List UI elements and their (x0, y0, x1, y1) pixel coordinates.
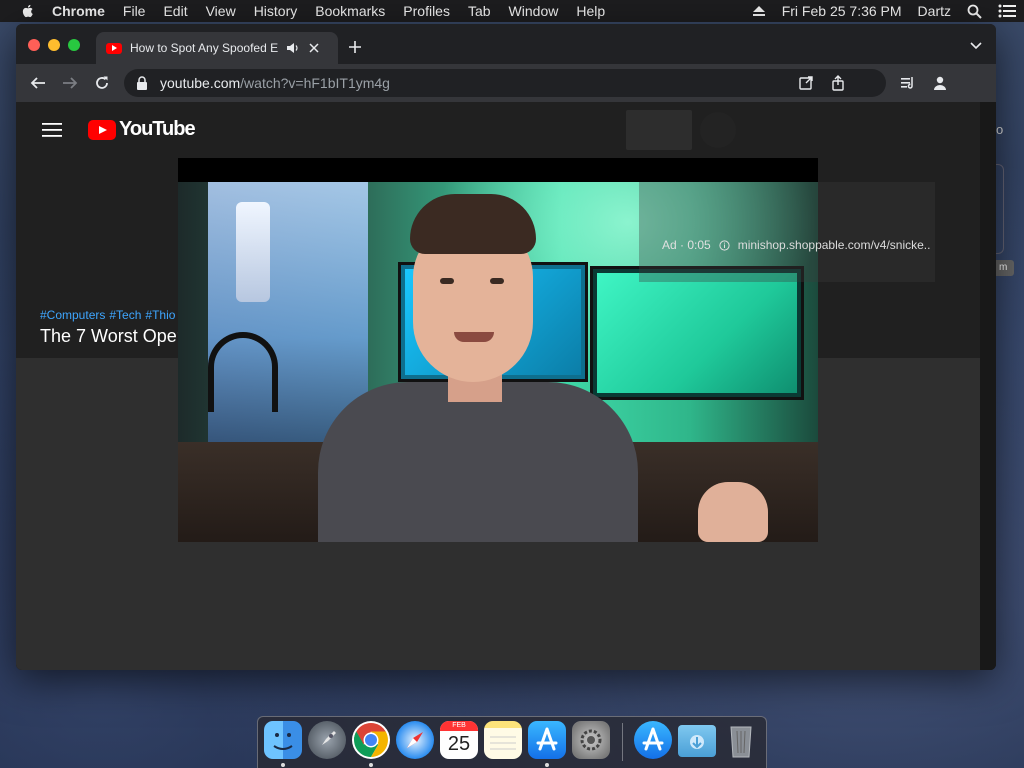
url-host: youtube.com (160, 75, 241, 91)
profile-avatar-icon[interactable] (932, 75, 948, 91)
video-scene-eye (490, 278, 504, 284)
running-indicator (369, 763, 373, 767)
video-title: The 7 Worst Oper (40, 326, 183, 346)
downloads-folder-icon[interactable] (678, 725, 716, 757)
lock-icon[interactable] (136, 76, 148, 90)
minimize-window-button[interactable] (48, 39, 60, 51)
calendar-day: 25 (447, 733, 471, 755)
dock: FEB 25 (257, 716, 767, 768)
video-scene-person-hair (410, 194, 536, 254)
youtube-favicon-icon (106, 42, 122, 54)
youtube-header: YouTube (16, 102, 980, 158)
video-scene-eye (440, 278, 454, 284)
hashtags: #Computers #Tech #Thio (40, 308, 179, 322)
menu-bookmarks[interactable]: Bookmarks (315, 3, 385, 19)
calendar-icon[interactable]: FEB 25 (440, 721, 478, 759)
trash-icon[interactable] (722, 721, 760, 759)
menu-help[interactable]: Help (576, 3, 605, 19)
menu-app-name[interactable]: Chrome (52, 3, 105, 19)
hashtag-link[interactable]: #Thio (145, 308, 175, 322)
background-window-edge (996, 164, 1004, 254)
running-indicator (545, 763, 549, 767)
speaker-audio-icon[interactable] (286, 41, 300, 55)
menu-view[interactable]: View (206, 3, 236, 19)
skeleton-button-placeholder (626, 110, 692, 150)
open-in-app-icon[interactable] (798, 75, 814, 91)
close-window-button[interactable] (28, 39, 40, 51)
video-scene-headphones (208, 332, 278, 412)
ad-info: Ad · 0:05 minishop.shoppable.com/v4/snic… (662, 238, 930, 252)
url-path: /watch?v=hF1bIT1ym4g (240, 75, 390, 91)
launchpad-rocket-icon[interactable] (308, 721, 346, 759)
ad-url-link[interactable]: minishop.shoppable.com/v4/snicke.. (738, 238, 931, 252)
close-tab-icon[interactable] (308, 42, 320, 54)
menu-window[interactable]: Window (509, 3, 559, 19)
video-scene-hand (698, 482, 768, 542)
chrome-icon[interactable] (352, 721, 390, 759)
menu-extras: Fri Feb 25 7:36 PM Dartz (744, 3, 1024, 19)
menu-history[interactable]: History (254, 3, 298, 19)
background-window-tag: m (996, 260, 1014, 276)
tab-title: How to Spot Any Spoofed E (130, 41, 279, 55)
menu-bar: Chrome File Edit View History Bookmarks … (0, 0, 1024, 22)
menu-file[interactable]: File (123, 3, 146, 19)
system-preferences-gear-icon[interactable] (572, 721, 610, 759)
skeleton-avatar-placeholder (700, 112, 736, 148)
youtube-logo-text: YouTube (119, 118, 196, 140)
scrollbar-gutter[interactable] (980, 102, 996, 670)
address-bar[interactable]: youtube.com/watch?v=hF1bIT1ym4g (124, 69, 886, 97)
browser-toolbar: youtube.com/watch?v=hF1bIT1ym4g (16, 64, 996, 102)
video-scene-mouth (454, 332, 494, 342)
apple-menu-icon[interactable] (20, 3, 36, 19)
tab-search-chevron-down-icon[interactable] (970, 42, 982, 50)
background-window-edge-text: o (996, 122, 1004, 137)
calendar-month: FEB (440, 721, 478, 731)
youtube-play-logo-icon (88, 119, 116, 140)
hamburger-menu-icon[interactable] (42, 122, 62, 138)
finder-icon[interactable] (264, 721, 302, 759)
reload-icon[interactable] (94, 75, 110, 91)
video-scene-lamp (236, 202, 270, 302)
share-icon[interactable] (830, 75, 846, 91)
dock-separator (622, 723, 623, 761)
video-scene-person-body (318, 382, 638, 542)
new-tab-plus-icon[interactable] (348, 40, 362, 54)
app-store-icon[interactable] (528, 721, 566, 759)
eject-icon[interactable] (752, 5, 766, 17)
menu-edit[interactable]: Edit (163, 3, 187, 19)
ad-overlay (639, 182, 935, 282)
hashtag-link[interactable]: #Tech (109, 308, 141, 322)
youtube-logo[interactable]: YouTube (88, 118, 196, 141)
fullscreen-window-button[interactable] (68, 39, 80, 51)
ad-countdown: Ad · 0:05 (662, 238, 711, 252)
media-controls-icon[interactable] (900, 75, 916, 91)
clock-datetime[interactable]: Fri Feb 25 7:36 PM (782, 3, 902, 19)
running-indicator (281, 763, 285, 767)
url-text: youtube.com/watch?v=hF1bIT1ym4g (160, 75, 390, 91)
menu-tab[interactable]: Tab (468, 3, 491, 19)
tab-youtube-video[interactable]: How to Spot Any Spoofed E (96, 32, 338, 64)
notification-center-icon[interactable] (998, 4, 1016, 18)
spotlight-search-icon[interactable] (967, 4, 982, 19)
safari-compass-icon[interactable] (396, 721, 434, 759)
tab-strip: How to Spot Any Spoofed E (16, 24, 996, 64)
notes-icon[interactable] (484, 721, 522, 759)
video-scene-monitor-right (590, 266, 804, 400)
forward-arrow-icon[interactable] (62, 75, 78, 91)
info-icon[interactable] (719, 239, 730, 251)
app-store-download-icon[interactable] (634, 721, 672, 759)
menu-profiles[interactable]: Profiles (403, 3, 450, 19)
back-arrow-icon[interactable] (30, 75, 46, 91)
hashtag-link[interactable]: #Computers (40, 308, 105, 322)
user-name[interactable]: Dartz (918, 3, 951, 19)
